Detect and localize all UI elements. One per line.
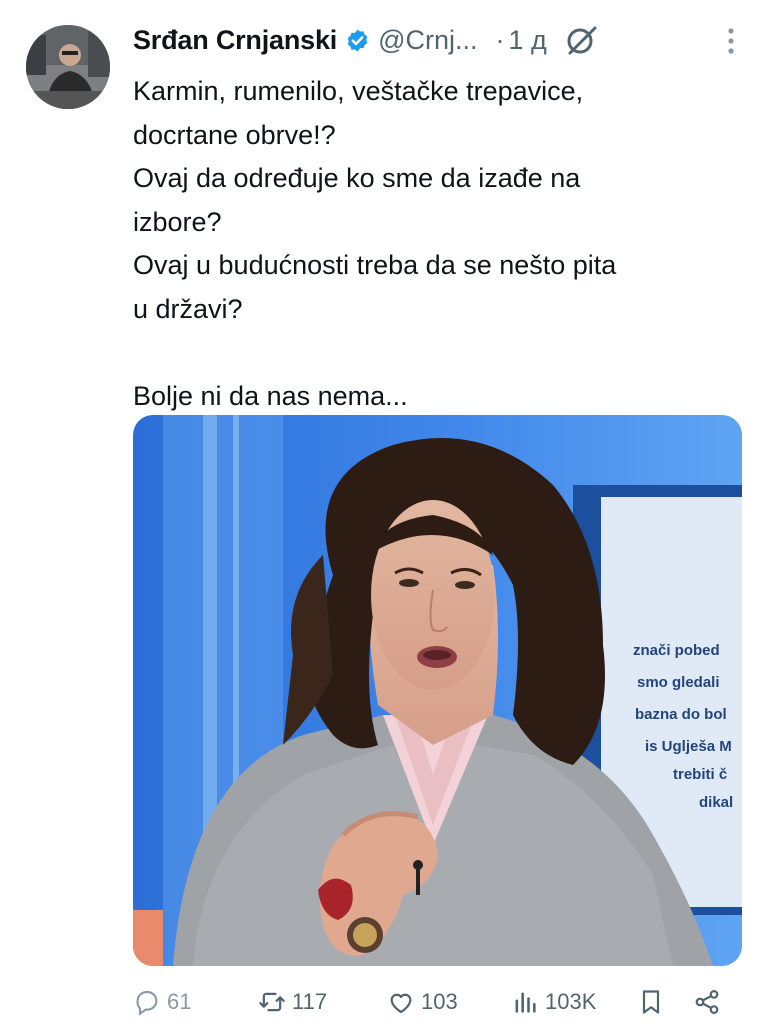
bookmark-icon — [642, 990, 660, 1014]
views-count: 103K — [545, 989, 597, 1014]
like-button[interactable]: 103 — [387, 988, 458, 1016]
author-name[interactable]: Srđan Crnjanski — [133, 25, 337, 56]
tweet-media[interactable]: znači pobed smo gledali bazna do bol is … — [133, 415, 742, 966]
repost-count: 117 — [292, 989, 328, 1014]
like-count: 103 — [421, 989, 458, 1014]
share-button[interactable] — [693, 988, 727, 1016]
heart-icon — [390, 993, 412, 1014]
reply-button[interactable]: 61 — [133, 988, 191, 1016]
reply-icon — [136, 991, 158, 1016]
media-caption-line: bazna do bol — [635, 706, 727, 723]
avatar-photo — [26, 25, 110, 109]
verified-badge-icon — [347, 29, 368, 51]
repost-button[interactable]: 117 — [258, 988, 327, 1016]
tweet-header: Srđan Crnjanski @Crnj... · 1 д — [133, 18, 744, 62]
media-caption-line: dikal — [699, 794, 733, 811]
bookmark-button[interactable] — [637, 988, 671, 1016]
views-button[interactable]: 103K — [511, 988, 596, 1016]
views-chart-icon — [515, 992, 536, 1013]
author-handle[interactable]: @Crnj... — [378, 25, 477, 56]
media-caption-line: is Uglješa M — [645, 738, 732, 755]
repost-icon — [259, 992, 285, 1012]
tweet-actions: 61 117 103 103K — [133, 983, 733, 1027]
media-caption-line: znači pobed — [633, 642, 720, 659]
grok-icon[interactable] — [565, 23, 599, 57]
media-caption-line: smo gledali — [637, 674, 720, 691]
meta-separator: · — [495, 24, 505, 55]
media-photo: znači pobed smo gledali bazna do bol is … — [133, 415, 742, 966]
media-caption-line: trebiti č — [673, 766, 727, 783]
more-vertical-icon[interactable] — [724, 26, 738, 56]
share-icon — [695, 990, 719, 1014]
reply-count: 61 — [167, 989, 192, 1014]
author-avatar[interactable] — [26, 25, 110, 109]
tweet-time[interactable]: 1 д — [508, 25, 546, 56]
tweet-text: Karmin, rumenilo, veštačke trepavice, do… — [133, 76, 617, 411]
